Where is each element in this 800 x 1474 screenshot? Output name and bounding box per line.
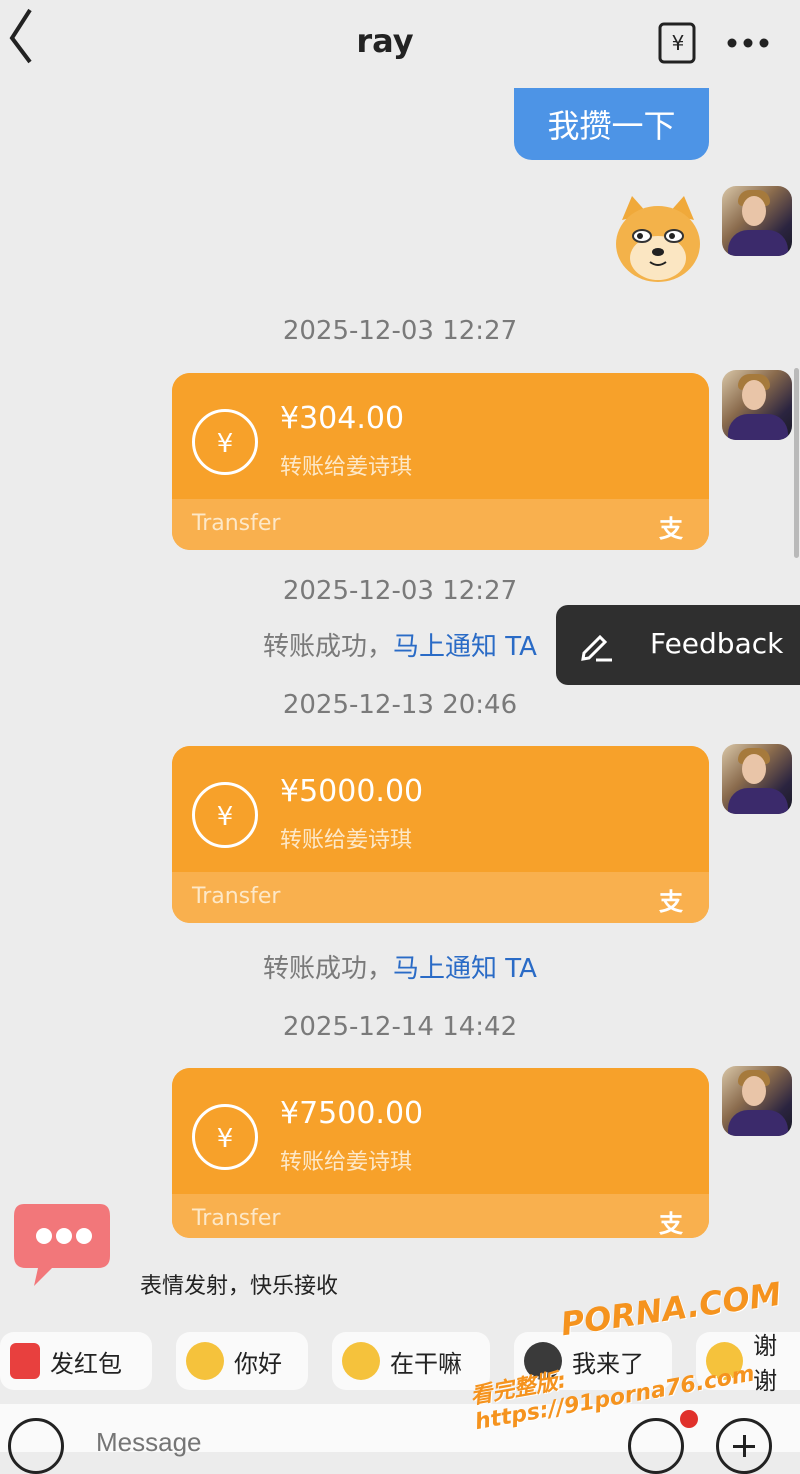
wave-emoji-icon bbox=[186, 1342, 224, 1380]
notification-dot bbox=[680, 1410, 698, 1428]
notice-text: 转账成功， bbox=[263, 632, 394, 662]
emoji-face-icon[interactable] bbox=[628, 1418, 684, 1474]
edit-pen-icon bbox=[578, 627, 614, 663]
transfer-label: Transfer bbox=[192, 1206, 281, 1231]
chip-red-envelope[interactable]: 发红包 bbox=[0, 1332, 152, 1390]
yen-coin-icon: ¥ bbox=[192, 1104, 258, 1170]
transfer-card[interactable]: ¥ ¥5000.00 转账给姜诗琪 Transfer 支 bbox=[172, 746, 709, 923]
transfer-card[interactable]: ¥ ¥304.00 转账给姜诗琪 Transfer 支 bbox=[172, 373, 709, 550]
more-dots-icon[interactable] bbox=[724, 26, 772, 60]
transfer-amount: ¥5000.00 bbox=[280, 774, 424, 809]
transfer-amount: ¥7500.00 bbox=[280, 1096, 424, 1131]
avatar[interactable] bbox=[722, 186, 792, 256]
notice-text: 转账成功， bbox=[263, 954, 394, 984]
transfer-label: Transfer bbox=[192, 884, 281, 909]
svg-text:¥: ¥ bbox=[672, 31, 685, 55]
alipay-logo-icon: 支 bbox=[659, 888, 683, 916]
yen-coin-icon: ¥ bbox=[192, 782, 258, 848]
transfer-recipient: 转账给姜诗琪 bbox=[280, 1150, 413, 1175]
voice-icon[interactable] bbox=[8, 1418, 64, 1474]
timestamp: 2025-12-14 14:42 bbox=[282, 1012, 518, 1042]
chip-label: 你好 bbox=[234, 1349, 282, 1378]
transfer-card[interactable]: ¥ ¥7500.00 转账给姜诗琪 Transfer 支 bbox=[172, 1068, 709, 1238]
timestamp: 2025-12-13 20:46 bbox=[282, 690, 518, 720]
transfer-label: Transfer bbox=[192, 511, 281, 536]
back-chevron-icon[interactable] bbox=[4, 4, 44, 64]
emoji-prompt: 表情发射，快乐接收 bbox=[140, 1274, 339, 1299]
doge-emoji-sticker[interactable] bbox=[610, 190, 706, 286]
svg-text:¥: ¥ bbox=[217, 429, 234, 459]
yen-exchange-icon[interactable]: ¥ bbox=[658, 22, 698, 64]
message-input[interactable] bbox=[96, 1424, 596, 1460]
notify-link[interactable]: 马上通知 TA bbox=[393, 632, 537, 662]
chip-label: 在干嘛 bbox=[390, 1349, 462, 1378]
feedback-label: Feedback bbox=[650, 627, 784, 660]
red-envelope-icon bbox=[10, 1343, 40, 1379]
outgoing-message-bubble[interactable]: 我攒一下 bbox=[514, 88, 709, 160]
avatar[interactable] bbox=[722, 744, 792, 814]
curious-emoji-icon bbox=[342, 1342, 380, 1380]
scrollbar[interactable] bbox=[794, 368, 799, 558]
chip-hello[interactable]: 你好 bbox=[176, 1332, 308, 1390]
transfer-recipient: 转账给姜诗琪 bbox=[280, 455, 413, 480]
chat-title: ray bbox=[356, 22, 414, 60]
emoji-launcher-icon[interactable] bbox=[12, 1194, 112, 1290]
chip-whats-up[interactable]: 在干嘛 bbox=[332, 1332, 490, 1390]
feedback-button[interactable]: Feedback bbox=[556, 605, 800, 685]
add-plus-icon[interactable] bbox=[716, 1418, 772, 1474]
timestamp: 2025-12-03 12:27 bbox=[282, 576, 518, 606]
alipay-logo-icon: 支 bbox=[659, 515, 683, 543]
transfer-notice: 转账成功，马上通知 TA bbox=[0, 948, 800, 985]
transfer-recipient: 转账给姜诗琪 bbox=[280, 828, 413, 853]
notify-link[interactable]: 马上通知 TA bbox=[393, 954, 537, 984]
svg-text:¥: ¥ bbox=[217, 1124, 234, 1154]
yen-coin-icon: ¥ bbox=[192, 409, 258, 475]
alipay-logo-icon: 支 bbox=[659, 1210, 683, 1238]
svg-text:¥: ¥ bbox=[217, 802, 234, 832]
timestamp: 2025-12-03 12:27 bbox=[282, 316, 518, 346]
avatar[interactable] bbox=[722, 370, 792, 440]
chip-label: 发红包 bbox=[50, 1349, 122, 1378]
avatar[interactable] bbox=[722, 1066, 792, 1136]
transfer-amount: ¥304.00 bbox=[280, 401, 405, 436]
